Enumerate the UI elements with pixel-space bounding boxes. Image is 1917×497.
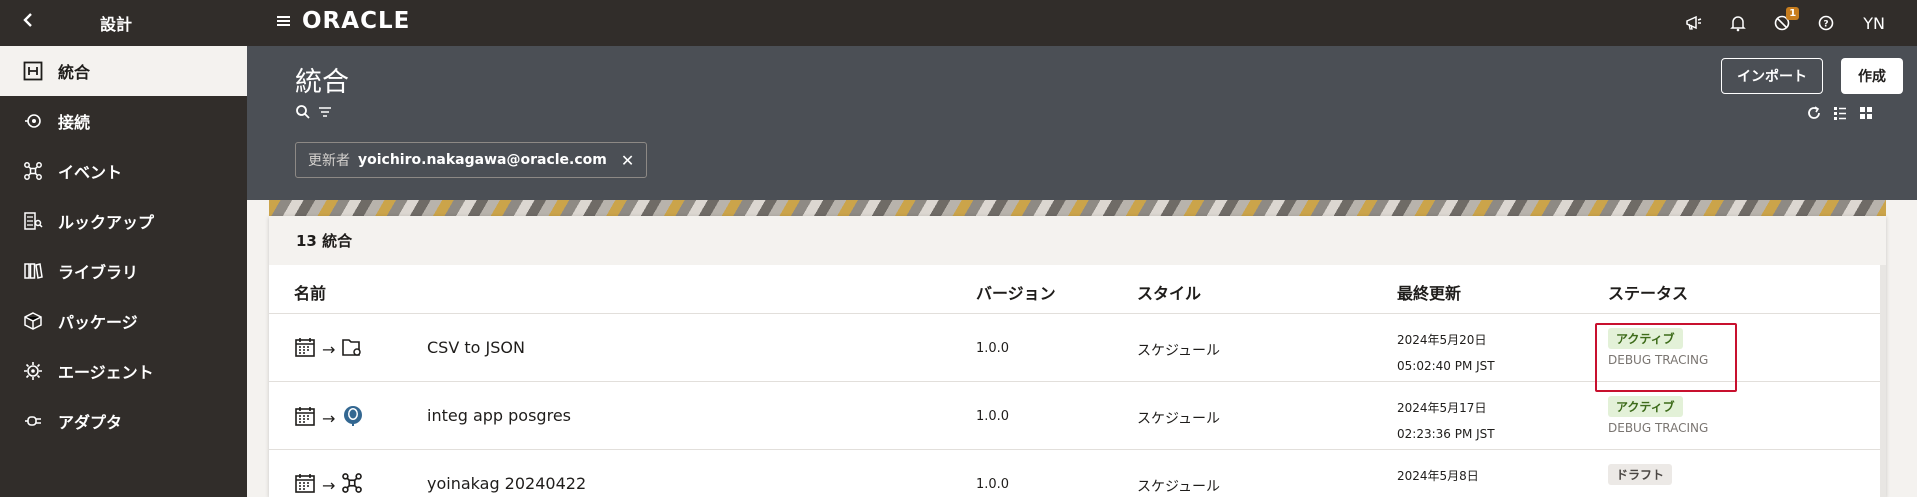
page-title: 統合 [295, 67, 349, 98]
debug-tracing-label: DEBUG TRACING [1608, 421, 1709, 435]
sidebar-item-label: イベント [58, 163, 123, 182]
table-row[interactable]: → CSV to JSON 1.0.0 スケジュール 2024年5月20日 05… [269, 314, 1886, 392]
decorative-banner [269, 200, 1886, 216]
calendar-icon [294, 336, 316, 362]
sidebar-item-connections[interactable]: 接続 [0, 96, 247, 146]
event-icon [341, 472, 363, 497]
status-cell: アクティブ DEBUG TRACING [1608, 328, 1708, 367]
oracle-logo[interactable]: ORACLE [302, 8, 410, 34]
page-header: 統合 更新者 yoichiro.nakagawa@oracle.com ✕ イン… [247, 46, 1917, 200]
bell-icon[interactable] [1725, 10, 1751, 36]
status-badge: アクティブ [1608, 328, 1683, 349]
grid-view-icon[interactable] [1857, 104, 1875, 122]
sidebar-item-label: ルックアップ [58, 213, 155, 232]
design-title: 設計 [100, 15, 133, 34]
sidebar-item-agents[interactable]: エージェント [0, 346, 247, 396]
event-icon [22, 160, 44, 182]
column-header-name[interactable]: 名前 [294, 280, 326, 304]
last-updated: 2024年5月17日 02:23:36 PM JST [1397, 395, 1495, 447]
filter-chip-value: yoichiro.nakagawa@oracle.com [358, 152, 607, 168]
connection-icon [22, 110, 44, 132]
last-updated-time: 10:07:33 AM JST [1397, 489, 1496, 497]
notification-badge: 1 [1786, 7, 1800, 20]
integration-name[interactable]: integ app posgres [427, 406, 571, 425]
folder-gear-icon [341, 336, 363, 362]
last-updated-date: 2024年5月20日 [1397, 333, 1487, 347]
integration-icon [22, 60, 44, 82]
result-count: 13 統合 [269, 216, 1886, 265]
last-updated: 2024年5月20日 05:02:40 PM JST [1397, 327, 1495, 379]
integration-name[interactable]: CSV to JSON [427, 338, 525, 357]
list-view-icon[interactable] [1831, 104, 1849, 122]
debug-tracing-label: DEBUG TRACING [1608, 353, 1709, 367]
library-icon [22, 260, 44, 282]
calendar-icon [294, 472, 316, 497]
table-header: 名前 バージョン スタイル 最終更新 ステータス [269, 265, 1886, 314]
sidebar-item-adapters[interactable]: アダプタ [0, 396, 247, 446]
sidebar-item-packages[interactable]: パッケージ [0, 296, 247, 346]
filter-chip[interactable]: 更新者 yoichiro.nakagawa@oracle.com ✕ [295, 142, 648, 178]
calendar-icon [294, 405, 316, 431]
last-updated: 2024年5月8日 10:07:33 AM JST [1397, 463, 1496, 497]
create-button[interactable]: 作成 [1841, 58, 1903, 94]
status-badge: アクティブ [1608, 396, 1683, 417]
column-header-style[interactable]: スタイル [1137, 280, 1201, 304]
status-cell: アクティブ DEBUG TRACING [1608, 396, 1708, 435]
sidebar-item-events[interactable]: イベント [0, 146, 247, 196]
integration-style: スケジュール [1137, 479, 1221, 495]
integrations-card: 13 統合 名前 バージョン スタイル 最終更新 ステータス → CSV to … [269, 216, 1886, 497]
sidebar-item-label: パッケージ [58, 313, 138, 332]
announcement-icon[interactable] [1681, 10, 1707, 36]
filter-chip-label: 更新者 [308, 153, 350, 169]
arrow-right-icon: → [322, 475, 336, 495]
sidebar-item-label: アダプタ [58, 413, 123, 432]
sidebar-item-label: 統合 [58, 63, 91, 82]
arrow-right-icon: → [322, 408, 336, 428]
search-icon[interactable] [295, 104, 311, 120]
blocked-icon[interactable]: 1 [1769, 7, 1800, 36]
table-row[interactable]: → integ app posgres 1.0.0 スケジュール 2024年5月… [269, 382, 1886, 450]
sidebar: 統合 接続 イベント ルックアップ ライブラリ パッケージ エージェント アダプ… [0, 46, 247, 497]
postgresql-icon [341, 404, 365, 432]
refresh-icon[interactable] [1805, 104, 1823, 122]
column-header-status[interactable]: ステータス [1608, 280, 1688, 304]
agent-icon [22, 360, 44, 382]
last-updated-time: 05:02:40 PM JST [1397, 359, 1495, 373]
sidebar-item-lookups[interactable]: ルックアップ [0, 196, 247, 246]
user-avatar[interactable]: YN [1863, 14, 1885, 33]
package-icon [22, 310, 44, 332]
last-updated-time: 02:23:36 PM JST [1397, 427, 1495, 441]
status-badge: ドラフト [1608, 464, 1673, 485]
integration-version: 1.0.0 [976, 409, 1010, 424]
sidebar-item-label: エージェント [58, 363, 154, 382]
integration-version: 1.0.0 [976, 477, 1010, 492]
table-row[interactable]: → yoinakag 20240422 1.0.0 スケジュール 2024年5月… [269, 450, 1886, 497]
last-updated-date: 2024年5月17日 [1397, 401, 1487, 415]
integration-style: スケジュール [1137, 411, 1221, 427]
arrow-right-icon: → [322, 339, 336, 359]
integration-version: 1.0.0 [976, 341, 1010, 356]
adapter-icon [22, 410, 44, 432]
import-button[interactable]: インポート [1721, 58, 1823, 94]
last-updated-date: 2024年5月8日 [1397, 469, 1479, 483]
help-icon[interactable]: ? [1813, 10, 1839, 36]
status-cell: ドラフト [1608, 464, 1673, 485]
sidebar-item-integrations[interactable]: 統合 [0, 46, 247, 96]
column-header-last-updated[interactable]: 最終更新 [1397, 280, 1461, 304]
hamburger-menu-icon[interactable] [276, 11, 298, 31]
svg-text:?: ? [1824, 20, 1829, 30]
lookup-icon [22, 210, 44, 232]
integration-style: スケジュール [1137, 343, 1221, 359]
scrollbar[interactable] [1880, 265, 1886, 497]
sidebar-item-libraries[interactable]: ライブラリ [0, 246, 247, 296]
filter-icon[interactable] [317, 104, 333, 120]
back-icon[interactable] [18, 10, 38, 30]
top-bar: 設計 ORACLE 1 ? YN [0, 0, 1917, 46]
sidebar-item-label: 接続 [58, 113, 91, 132]
integration-name[interactable]: yoinakag 20240422 [427, 474, 586, 493]
sidebar-item-label: ライブラリ [58, 263, 139, 282]
close-icon[interactable]: ✕ [621, 151, 634, 170]
column-header-version[interactable]: バージョン [976, 280, 1056, 304]
